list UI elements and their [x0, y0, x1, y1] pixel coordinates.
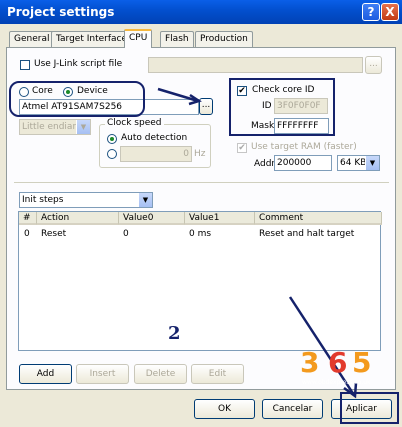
- project-settings-window: Project settings ? X General Target Inte…: [0, 0, 402, 427]
- tab-cpu[interactable]: CPU: [124, 29, 153, 48]
- brand-digit-6: 6: [328, 346, 348, 379]
- brand-digit-3: 3: [300, 346, 320, 379]
- watermark-site: www.obdexpress.co.uk: [302, 379, 371, 386]
- brand-digit-5: 5: [352, 346, 372, 379]
- watermark-logo: 3 6 5 www.obdexpress.co.uk: [300, 346, 380, 386]
